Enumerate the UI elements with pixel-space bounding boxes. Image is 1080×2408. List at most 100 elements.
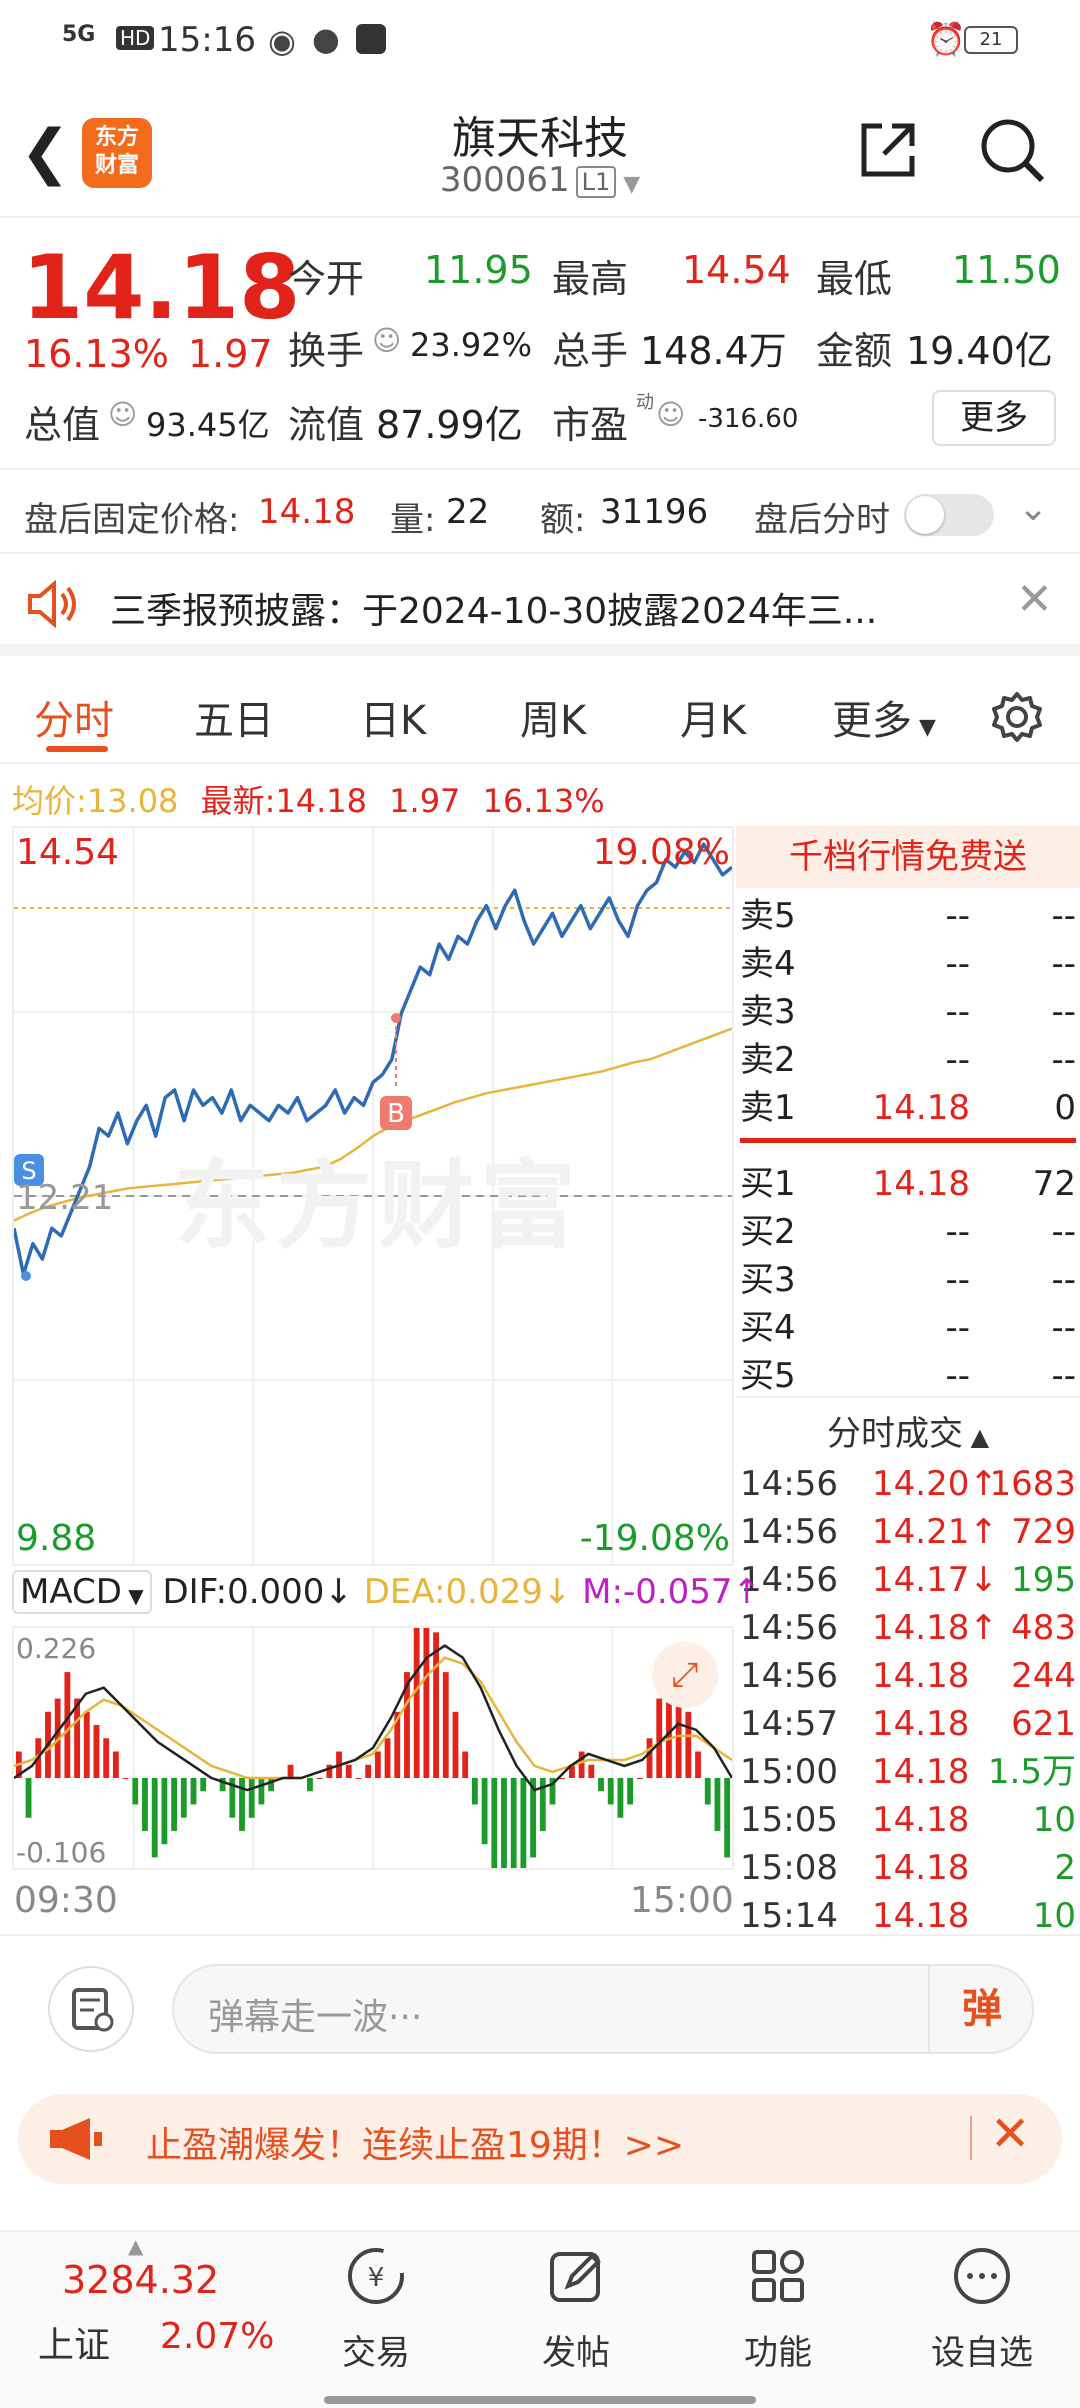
tab-day-k[interactable]: 日K <box>360 688 426 746</box>
macd-bar <box>423 1628 430 1778</box>
ask-label: 卖4 <box>740 944 796 984</box>
pe-label: 市盈 <box>552 403 629 447</box>
spread-divider <box>740 1138 1076 1143</box>
danmaku-input[interactable]: 弹幕走一波··· 弹 <box>172 1964 1034 2054</box>
low-label: 最低 <box>816 257 893 301</box>
macd-selector[interactable]: MACD ▼ <box>12 1570 152 1614</box>
nav-add-watchlist-label: 设自选 <box>931 2333 1033 2373</box>
chart-low-label: 9.88 <box>16 1518 97 1559</box>
price-chart[interactable]: BS 14.54 19.08% 9.88 -19.08% 12.21 东方财富 <box>12 826 734 1566</box>
trade-volume: 621 <box>1011 1704 1076 1744</box>
macd-dif: DIF:0.000↓ <box>162 1572 353 1612</box>
more-button[interactable]: 更多 <box>932 390 1056 446</box>
macd-max-label: 0.226 <box>16 1632 97 1665</box>
macd-bar <box>559 1778 566 1779</box>
close-icon[interactable]: ✕ <box>990 2106 1030 2162</box>
macd-bar <box>374 1751 381 1778</box>
index-name: 上证 <box>38 2325 111 2366</box>
tab-month-k[interactable]: 月K <box>680 688 746 746</box>
battery-icon: 21 <box>964 26 1018 54</box>
buy-marker-dot <box>391 1013 401 1023</box>
ask-label: 卖1 <box>740 1088 796 1128</box>
macd-dea: DEA:0.029↓ <box>363 1572 572 1612</box>
macd-bar <box>510 1778 517 1868</box>
share-icon[interactable] <box>856 118 920 182</box>
high-value: 14.54 <box>682 248 791 292</box>
macd-bar <box>345 1764 352 1778</box>
macd-bar <box>171 1778 178 1831</box>
expand-icon[interactable]: ⤢ <box>652 1642 718 1708</box>
pe-value: -316.60 <box>698 404 799 434</box>
gear-icon[interactable] <box>990 690 1044 744</box>
buy-marker-label: B <box>387 1099 405 1129</box>
order-book: 千档行情免费送 卖5 -- -- 卖4 -- -- 卖3 -- -- 卖2 --… <box>736 826 1080 1396</box>
macd-bar <box>307 1778 313 1792</box>
grid-icon <box>752 2250 804 2302</box>
current-price: 14.18 <box>22 236 301 339</box>
after-hours-amt-label: 额: <box>540 500 586 540</box>
trade-time: 15:14 <box>740 1896 838 1936</box>
trade-price: 14.17↓ <box>872 1560 998 1600</box>
macd-bar <box>112 1751 119 1778</box>
nav-add-watchlist[interactable]: 设自选 <box>912 2244 1052 2374</box>
ask-vol: -- <box>1051 1040 1076 1080</box>
bid-label: 买2 <box>740 1212 796 1252</box>
trade-price: 14.18 <box>872 1896 970 1936</box>
after-hours-toggle[interactable] <box>904 494 994 536</box>
low-value: 11.50 <box>952 248 1061 292</box>
order-book-banner[interactable]: 千档行情免费送 <box>736 826 1080 888</box>
trade-time: 15:05 <box>740 1800 838 1840</box>
stock-code: 300061 <box>439 160 570 200</box>
nav-post[interactable]: 发帖 <box>516 2244 636 2374</box>
info-icon[interactable]: ☺ <box>372 324 401 357</box>
danmaku-placeholder: 弹幕走一波··· <box>208 1997 423 2038</box>
latest-change: 1.97 <box>389 782 461 820</box>
level-badge: L1 <box>575 165 617 198</box>
tab-more[interactable]: 更多 ▼ <box>832 688 936 746</box>
danmaku-bar: 弹幕走一波··· 弹 <box>0 1934 1080 2094</box>
index-ticker[interactable]: ▲ 3284.32 上证 2.07% <box>0 2232 274 2382</box>
macd-bar <box>287 1764 294 1778</box>
bid-row: 买2 -- -- <box>736 1208 1080 1256</box>
volume-label: 总手 <box>552 329 629 373</box>
bid-vol: -- <box>1051 1260 1076 1300</box>
macd-chart[interactable]: 0.226 -0.106 ⤢ <box>12 1626 734 1870</box>
trade-row: 15:14 14.18 10 <box>736 1892 1080 1940</box>
trade-time: 15:08 <box>740 1848 838 1888</box>
dropdown-icon: ▼ <box>121 1584 144 1608</box>
macd-bar <box>200 1778 207 1792</box>
tab-week-k[interactable]: 周K <box>520 688 586 746</box>
notice-bar[interactable]: 三季报预披露：于2024-10-30披露2024年三... ✕ <box>0 556 1080 656</box>
trade-volume: 195 <box>1011 1560 1076 1600</box>
danmaku-settings-button[interactable] <box>48 1966 134 2052</box>
bid-vol: -- <box>1051 1212 1076 1252</box>
nav-trade[interactable]: ¥ 交易 <box>316 2244 436 2374</box>
chart-mid-label: 12.21 <box>16 1178 114 1218</box>
chart-high-label: 14.54 <box>16 832 120 873</box>
nav-functions[interactable]: 功能 <box>718 2244 838 2374</box>
search-icon[interactable] <box>976 114 1048 186</box>
tab-five-day[interactable]: 五日 <box>194 688 274 746</box>
close-icon[interactable]: ✕ <box>1016 574 1053 625</box>
danmaku-send-button[interactable]: 弹 <box>928 1966 1034 2052</box>
promo-banner[interactable]: 止盈潮爆发！连续止盈19期！>> ✕ <box>18 2094 1062 2184</box>
macd-bar <box>83 1711 90 1778</box>
trade-row: 14:57 14.18 621 <box>736 1700 1080 1748</box>
chart-tabs: 分时 五日 日K 周K 月K 更多 ▼ <box>0 668 1080 764</box>
status-bar: 5G HD 15:16 ◉ ● ⏰ 21 <box>0 0 1080 84</box>
trades-title-row[interactable]: 分时成交 ▲ <box>736 1406 1080 1455</box>
bid-label: 买5 <box>740 1356 796 1396</box>
info-icon[interactable]: ☺ <box>656 398 685 431</box>
trade-price: 14.18 <box>872 1656 970 1696</box>
macd-bar <box>355 1778 362 1779</box>
trade-row: 14:56 14.17↓ 195 <box>736 1556 1080 1604</box>
chart-low-pct-label: -19.08% <box>579 1518 730 1559</box>
chevron-down-icon[interactable]: ⌄ <box>1018 488 1048 529</box>
macd-bar <box>64 1672 71 1778</box>
bid-row: 买3 -- -- <box>736 1256 1080 1304</box>
macd-bar <box>627 1778 634 1805</box>
avg-value: 13.08 <box>86 782 179 820</box>
bid-price: -- <box>945 1356 970 1396</box>
info-icon[interactable]: ☺ <box>108 398 137 431</box>
tab-timeshare[interactable]: 分时 <box>34 688 114 746</box>
